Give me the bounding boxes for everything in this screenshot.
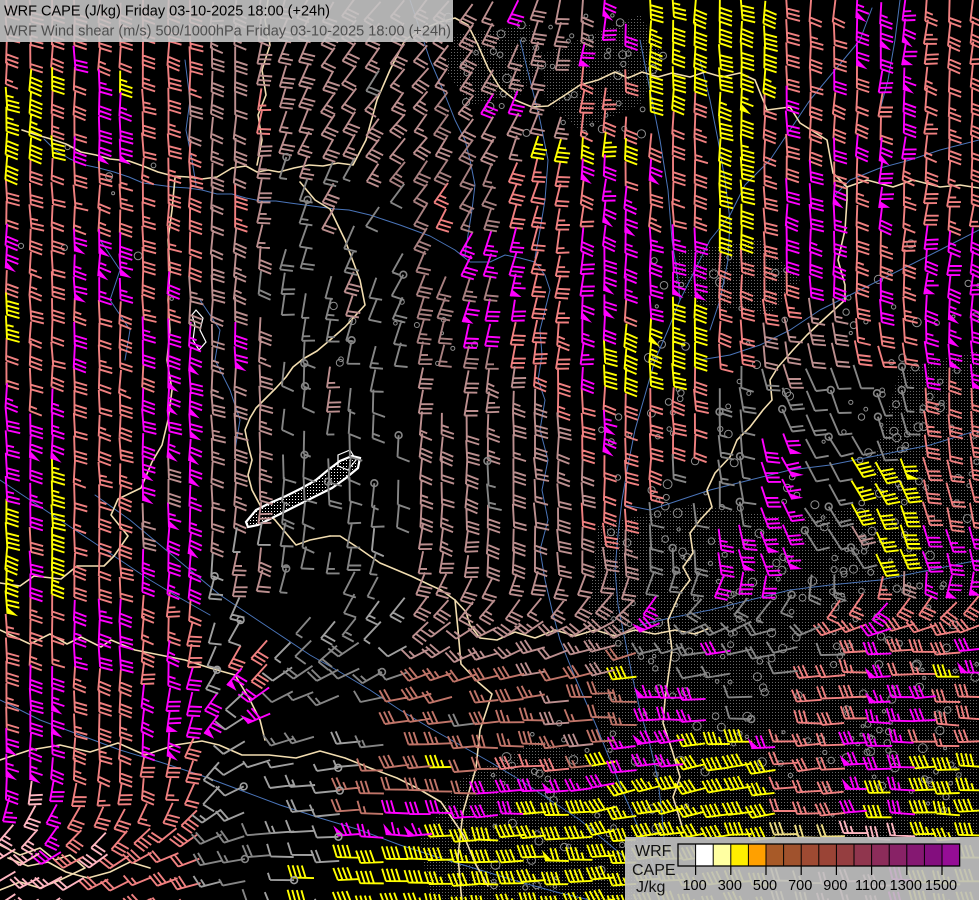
svg-text:WRF: WRF <box>635 843 672 860</box>
svg-text:100: 100 <box>682 878 706 894</box>
svg-text:WRF CAPE (J/kg) Friday 03-10-2: WRF CAPE (J/kg) Friday 03-10-2025 18:00 … <box>4 4 330 20</box>
svg-text:500: 500 <box>753 878 777 894</box>
svg-text:900: 900 <box>823 878 847 894</box>
svg-text:1100: 1100 <box>855 878 886 894</box>
svg-text:1500: 1500 <box>925 878 957 894</box>
svg-text:CAPE: CAPE <box>632 862 676 879</box>
svg-text:300: 300 <box>718 878 742 894</box>
svg-text:WRF Wind shear (m/s) 500/1000h: WRF Wind shear (m/s) 500/1000hPa Friday … <box>4 24 451 40</box>
svg-text:700: 700 <box>788 878 812 894</box>
svg-text:J/kg: J/kg <box>636 879 665 896</box>
svg-text:1300: 1300 <box>890 878 922 894</box>
